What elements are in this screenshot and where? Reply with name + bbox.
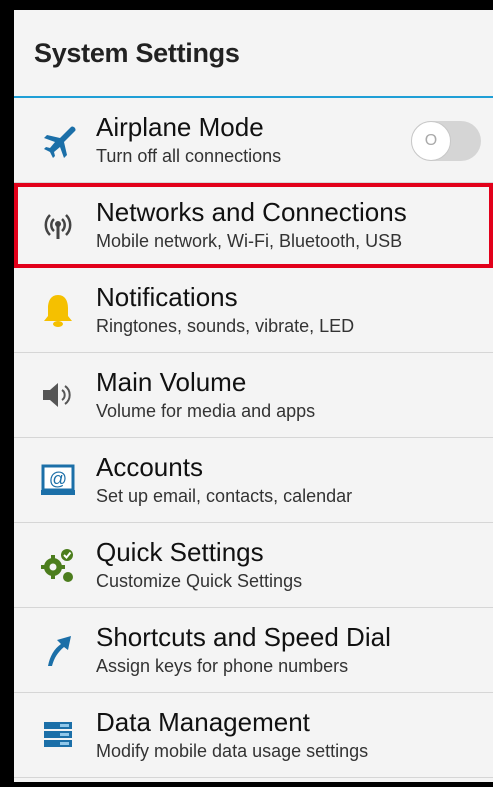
settings-item-main-volume[interactable]: Main Volume Volume for media and apps bbox=[14, 353, 493, 438]
item-subtitle: Mobile network, Wi-Fi, Bluetooth, USB bbox=[96, 231, 403, 251]
settings-item-data-management[interactable]: Data Management Modify mobile data usage… bbox=[14, 693, 493, 778]
toggle-knob: O bbox=[411, 121, 451, 161]
item-title: Notifications bbox=[96, 282, 238, 312]
database-icon bbox=[32, 709, 84, 761]
item-title: Accounts bbox=[96, 452, 203, 482]
antenna-icon bbox=[32, 199, 84, 251]
settings-item-accounts[interactable]: @ Accounts Set up email, contacts, calen… bbox=[14, 438, 493, 523]
at-sign-icon: @ bbox=[32, 454, 84, 506]
item-subtitle: Turn off all connections bbox=[96, 146, 282, 166]
settings-item-airplane-mode[interactable]: Airplane Mode Turn off all connections O bbox=[14, 98, 493, 183]
header: System Settings bbox=[14, 10, 493, 98]
settings-screen: System Settings Airplane Mode Turn off a… bbox=[14, 10, 493, 782]
airplane-mode-toggle[interactable]: O bbox=[411, 121, 481, 161]
item-title: Networks and Connections bbox=[96, 197, 407, 227]
gear-check-icon bbox=[32, 539, 84, 591]
item-subtitle: Assign keys for phone numbers bbox=[96, 656, 349, 676]
svg-text:@: @ bbox=[49, 469, 67, 489]
item-subtitle: Customize Quick Settings bbox=[96, 571, 303, 591]
item-title: Shortcuts and Speed Dial bbox=[96, 622, 391, 652]
settings-item-quick-settings[interactable]: Quick Settings Customize Quick Settings bbox=[14, 523, 493, 608]
page-title: System Settings bbox=[34, 37, 240, 68]
settings-item-networks-and-connections[interactable]: Networks and Connections Mobile network,… bbox=[14, 183, 493, 268]
item-subtitle: Set up email, contacts, calendar bbox=[96, 486, 353, 506]
item-title: Airplane Mode bbox=[96, 112, 264, 142]
speaker-icon bbox=[32, 369, 84, 421]
item-subtitle: Volume for media and apps bbox=[96, 401, 316, 421]
item-subtitle: Modify mobile data usage settings bbox=[96, 741, 369, 761]
bell-icon bbox=[32, 284, 84, 336]
item-title: Main Volume bbox=[96, 367, 247, 397]
settings-item-shortcuts-and-speed-dial[interactable]: Shortcuts and Speed Dial Assign keys for… bbox=[14, 608, 493, 693]
arrow-icon bbox=[32, 624, 84, 676]
item-title: Data Management bbox=[96, 707, 310, 737]
settings-item-notifications[interactable]: Notifications Ringtones, sounds, vibrate… bbox=[14, 268, 493, 353]
item-title: Quick Settings bbox=[96, 537, 264, 567]
airplane-icon bbox=[32, 114, 84, 166]
item-subtitle: Ringtones, sounds, vibrate, LED bbox=[96, 316, 355, 336]
